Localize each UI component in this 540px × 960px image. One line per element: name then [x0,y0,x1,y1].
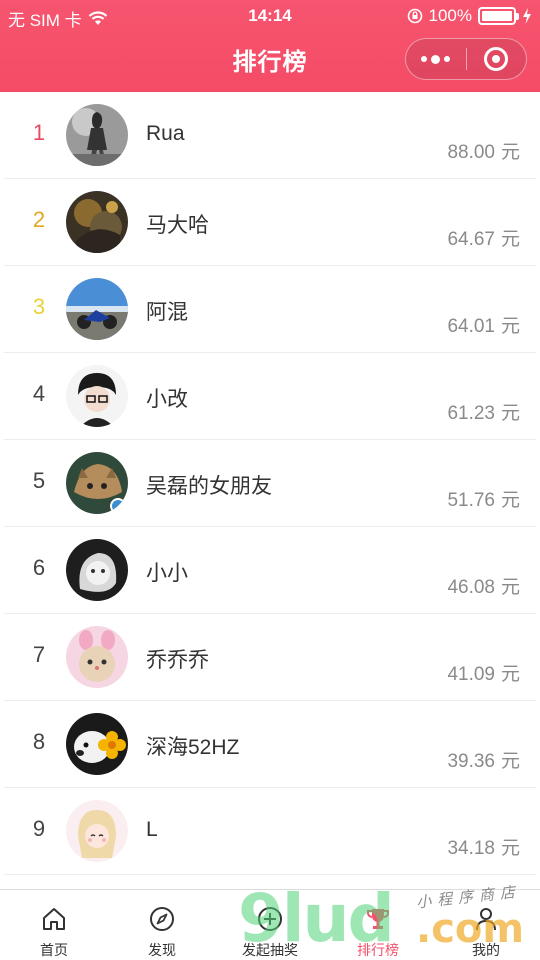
user-icon [471,904,501,934]
amount: 34.18 元 [447,833,520,860]
tab-label: 我的 [472,942,500,958]
close-miniprogram-button[interactable] [466,38,526,80]
avatar [66,365,128,427]
ranking-row[interactable]: 8 深海52HZ 39.36 元 [4,701,536,788]
tab-bar: 首页 发现 发起抽奖 排行榜 我的 [0,889,540,960]
amount-value: 88.00 [447,142,495,163]
more-dots-icon [421,54,451,64]
rank-number: 8 [32,729,46,754]
more-button[interactable] [406,38,466,80]
avatar [66,713,128,775]
avatar [66,278,128,340]
rank-number: 5 [32,468,46,493]
amount: 64.01 元 [447,311,520,338]
compass-icon [147,904,177,934]
battery-fill [482,11,512,21]
ranking-row[interactable]: 1 Rua 88.00 元 [4,92,536,179]
amount: 46.08 元 [447,572,520,599]
amount-value: 46.08 [447,577,495,598]
user-name: 小改 [146,388,188,411]
target-circle-icon [484,47,509,71]
user-name: 吴磊的女朋友 [146,475,272,498]
amount-value: 64.67 [447,229,495,250]
rank-number: 9 [32,816,46,841]
tab-label: 排行榜 [357,942,399,958]
tab-create-lottery[interactable]: 发起抽奖 [216,890,324,960]
amount-value: 51.76 [447,490,495,511]
amount-unit: 元 [500,142,520,163]
amount-value: 64.01 [447,316,495,337]
amount-value: 34.18 [447,838,495,859]
miniprogram-capsule [405,38,527,80]
amount: 64.67 元 [447,224,520,251]
battery-icon [478,7,519,25]
tab-label: 首页 [40,942,68,958]
user-name: 阿混 [146,301,188,324]
tab-home[interactable]: 首页 [0,890,108,960]
amount-unit: 元 [500,664,520,685]
home-icon [39,904,69,934]
ranking-row[interactable]: 7 乔乔乔 41.09 元 [4,614,536,701]
amount: 39.36 元 [447,746,520,773]
amount-unit: 元 [500,316,520,337]
amount: 51.76 元 [447,485,520,512]
ranking-row[interactable]: 4 小改 61.23 元 [4,353,536,440]
ranking-row[interactable]: 6 小小 46.08 元 [4,527,536,614]
trophy-icon [363,904,393,934]
avatar [66,104,128,166]
ranking-list: 1 Rua 88.00 元 2 马大哈 64.67 元 3 阿混 64.01 元 4 … [0,92,540,875]
amount-value: 39.36 [447,751,495,772]
tab-mine[interactable]: 我的 [432,890,540,960]
amount-value: 41.09 [447,664,495,685]
tab-discover[interactable]: 发现 [108,890,216,960]
ranking-row[interactable]: 3 阿混 64.01 元 [4,266,536,353]
ranking-row[interactable]: 2 马大哈 64.67 元 [4,179,536,266]
amount: 88.00 元 [447,137,520,164]
battery-percent: 100% [428,6,472,25]
user-name: Rua [146,122,185,145]
rank-number: 3 [32,294,46,319]
orientation-lock-icon [407,8,422,24]
status-bar: 无 SIM 卡 14:14 100% [0,0,540,32]
amount-unit: 元 [500,229,520,250]
charging-icon [523,8,531,24]
rank-number: 6 [32,555,46,580]
avatar [66,452,128,514]
rank-number: 7 [32,642,46,667]
user-name: 乔乔乔 [146,649,209,672]
user-name: 深海52HZ [146,736,240,759]
avatar [66,626,128,688]
amount-unit: 元 [500,577,520,598]
amount-unit: 元 [500,490,520,511]
top-bar: 无 SIM 卡 14:14 100% 排行榜 [0,0,540,92]
tab-ranking[interactable]: 排行榜 [324,890,432,960]
amount-value: 61.23 [447,403,495,424]
tab-label: 发起抽奖 [242,942,298,958]
amount: 41.09 元 [447,659,520,686]
plus-circle-icon [255,904,285,934]
ranking-row[interactable]: 9 L 34.18 元 [4,788,536,875]
status-right: 100% [407,6,532,26]
avatar [66,539,128,601]
avatar [66,800,128,862]
amount-unit: 元 [500,838,520,859]
avatar [66,191,128,253]
amount: 61.23 元 [447,398,520,425]
user-name: L [146,818,158,841]
amount-unit: 元 [500,751,520,772]
user-name: 马大哈 [146,214,209,237]
ranking-row[interactable]: 5 吴磊的女朋友 51.76 元 [4,440,536,527]
tab-label: 发现 [148,942,176,958]
rank-number: 4 [32,381,46,406]
amount-unit: 元 [500,403,520,424]
rank-number: 1 [32,120,46,145]
user-name: 小小 [146,562,188,585]
rank-number: 2 [32,207,46,232]
